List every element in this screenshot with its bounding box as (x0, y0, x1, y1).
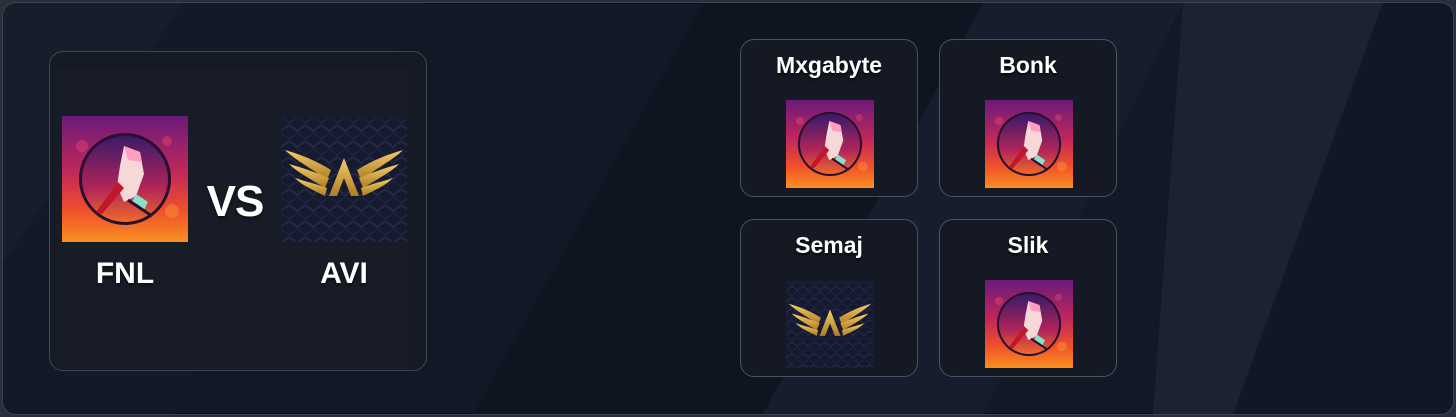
player-name: Bonk (999, 52, 1057, 78)
player-card[interactable]: Mxgabyte (740, 39, 918, 197)
fist-knife-logo-icon (786, 100, 874, 188)
player-card[interactable]: Slik (939, 219, 1117, 377)
player-name: Semaj (795, 232, 863, 258)
team-a-name: FNL (95, 257, 155, 290)
fist-knife-logo-icon (985, 100, 1073, 188)
fist-knife-logo-icon (985, 280, 1073, 368)
team-b-logo-icon (281, 116, 407, 242)
player-card[interactable]: Semaj (740, 219, 918, 377)
player-name: Slik (1007, 232, 1049, 258)
gold-wings-logo-icon (786, 280, 874, 368)
player-name: Mxgabyte (775, 52, 883, 78)
team-a-logo-icon (62, 116, 188, 242)
team-b-name: AVI (320, 257, 368, 290)
vs-label: VS (206, 177, 265, 226)
player-card[interactable]: Bonk (939, 39, 1117, 197)
